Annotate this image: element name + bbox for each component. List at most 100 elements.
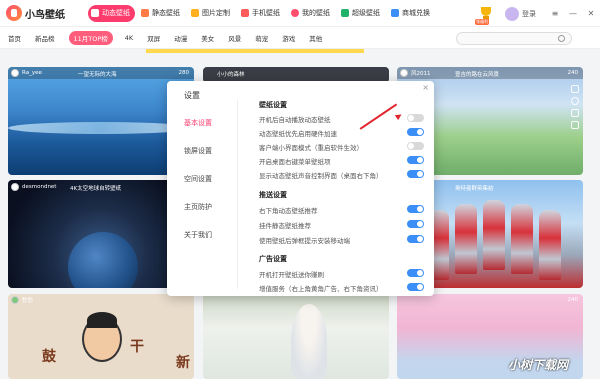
settings-nav-space[interactable]: 空间设置 (184, 174, 212, 184)
phone-icon (241, 9, 249, 17)
cat-dual[interactable]: 双屏 (147, 33, 160, 43)
option-label: 开机打开壁纸送你赚刷 (259, 271, 324, 279)
top-bar: 小鸟壁纸 动态壁纸 静态壁纸 图片定制 手机壁纸 我的壁纸 超级壁纸 商城兑换 … (0, 0, 600, 27)
search-input[interactable] (456, 32, 572, 45)
card-user: desmondnet (11, 183, 56, 191)
character-image (291, 304, 327, 379)
settings-nav-basic[interactable]: 基本设置 (184, 118, 212, 128)
tab-label: 商城兑换 (402, 9, 430, 17)
option-toggle[interactable] (407, 205, 424, 213)
tab-static-wallpaper[interactable]: 静态壁纸 (138, 5, 185, 22)
main-nav: 动态壁纸 静态壁纸 图片定制 手机壁纸 我的壁纸 超级壁纸 商城兑换 (88, 4, 435, 22)
option-toggle[interactable] (407, 269, 424, 277)
login-link[interactable]: 登录 (522, 9, 536, 19)
option-label: 使用壁纸后弹框提示安装移动端 (259, 237, 350, 245)
option-label: 动态壁纸优先启用硬件加速 (259, 130, 337, 138)
tab-label: 我的壁纸 (302, 9, 330, 17)
poster-glyph: 鼓 (42, 349, 56, 365)
user-avatar-icon (400, 69, 408, 77)
settings-nav-about[interactable]: 关于我们 (184, 230, 212, 240)
cat-anime[interactable]: 动漫 (174, 33, 187, 43)
menu-icon[interactable]: ≡ (546, 9, 564, 18)
cat-new[interactable]: 新品榜 (35, 33, 55, 43)
search-icon[interactable] (558, 35, 565, 42)
trophy-badge: 领福利 (475, 18, 489, 25)
cat-top[interactable]: 11月TOP榜 (68, 30, 113, 45)
cat-home[interactable]: 首页 (8, 33, 21, 43)
cat-other[interactable]: 其他 (309, 33, 322, 43)
option-toggle[interactable] (407, 235, 424, 243)
option-label: 挂件静态壁纸推荐 (259, 222, 311, 230)
card-title: 4K太空地球自转壁纸 (70, 186, 122, 192)
tab-shop-exchange[interactable]: 商城兑换 (388, 5, 435, 22)
cat-scenery[interactable]: 风景 (228, 33, 241, 43)
option-label: 开机后自动播放动态壁纸 (259, 116, 331, 124)
wallpaper-card[interactable]: 愁愁 鼓 干 新 (8, 294, 194, 379)
like-count: 240 (567, 70, 579, 76)
play-icon (91, 9, 99, 17)
card-title: 壹吉的路在云风景 (455, 72, 500, 78)
option-toggle[interactable] (407, 170, 424, 178)
favorite-icon[interactable] (571, 97, 579, 105)
card-user: 愁愁 (11, 296, 33, 304)
star-icon (341, 9, 349, 17)
tab-my-wallpaper[interactable]: 我的壁纸 (288, 5, 335, 22)
tab-label: 静态壁纸 (152, 9, 180, 17)
app-logo: 小鸟壁纸 (6, 5, 88, 21)
user-name: 风2011 (411, 71, 431, 77)
option-toggle[interactable] (407, 142, 424, 150)
set-wallpaper-icon[interactable] (571, 121, 579, 129)
poster-glyph: 新 (176, 355, 190, 371)
close-icon[interactable]: ✕ (582, 9, 600, 18)
option-toggle[interactable] (407, 128, 424, 136)
trophy-icon[interactable]: 领福利 (475, 5, 495, 25)
cat-pets[interactable]: 萌宠 (255, 33, 268, 43)
user-name: Ra_yee (22, 70, 42, 76)
tab-dynamic-wallpaper[interactable]: 动态壁纸 (88, 4, 135, 22)
section-title: 推送设置 (259, 191, 287, 199)
download-icon[interactable] (571, 85, 579, 93)
option-toggle[interactable] (407, 156, 424, 164)
watermark: 小树下载网 (508, 358, 569, 372)
top-right-area: 领福利 登录 ≡ — ✕ (475, 0, 600, 27)
tab-super-wallpaper[interactable]: 超级壁纸 (338, 5, 385, 22)
user-name: desmondnet (22, 184, 57, 190)
tab-label: 手机壁纸 (252, 9, 280, 17)
tab-label: 超级壁纸 (352, 9, 380, 17)
shop-icon (391, 9, 399, 17)
divider (237, 99, 238, 289)
settings-dialog: 设置 × 基本设置 锁屏设置 空间设置 主页防护 关于我们 壁纸设置 开机后自动… (167, 81, 434, 296)
cartoon-face-image (82, 312, 122, 362)
cat-4k[interactable]: 4K (125, 34, 133, 42)
option-toggle[interactable] (407, 114, 424, 122)
tab-label: 动态壁纸 (102, 9, 130, 17)
settings-nav-lockscreen[interactable]: 锁屏设置 (184, 146, 212, 156)
card-user: 风2011 (400, 69, 431, 77)
bird-logo-icon (6, 5, 22, 21)
heart-icon (291, 9, 299, 17)
app-title: 小鸟壁纸 (25, 9, 65, 21)
section-title: 广告设置 (259, 255, 287, 263)
custom-icon (191, 9, 199, 17)
tab-phone-wallpaper[interactable]: 手机壁纸 (238, 5, 285, 22)
like-count: 240 (567, 297, 579, 303)
option-toggle[interactable] (407, 220, 424, 228)
card-title: 一望无际的大海 (78, 72, 117, 78)
tab-label: 图片定制 (202, 9, 230, 17)
user-avatar-icon (11, 296, 19, 304)
banner-strip (146, 49, 364, 53)
option-toggle[interactable] (407, 283, 424, 291)
wallpaper-card[interactable] (203, 294, 389, 379)
preview-icon[interactable] (571, 109, 579, 117)
user-avatar-icon (11, 69, 19, 77)
close-icon[interactable]: × (422, 83, 429, 92)
tab-image-custom[interactable]: 图片定制 (188, 5, 235, 22)
cat-games[interactable]: 游戏 (282, 33, 295, 43)
avatar[interactable] (505, 6, 519, 21)
option-label: 增值服务（右上角黄角广告、右下角资讯） (259, 285, 383, 293)
option-label: 右下角动态壁纸推荐 (259, 207, 318, 215)
cat-beauty[interactable]: 美女 (201, 33, 214, 43)
card-title: 奥特曼群英集结 (455, 186, 494, 192)
settings-nav-homepage-protect[interactable]: 主页防护 (184, 202, 212, 212)
minimize-icon[interactable]: — (564, 9, 582, 18)
